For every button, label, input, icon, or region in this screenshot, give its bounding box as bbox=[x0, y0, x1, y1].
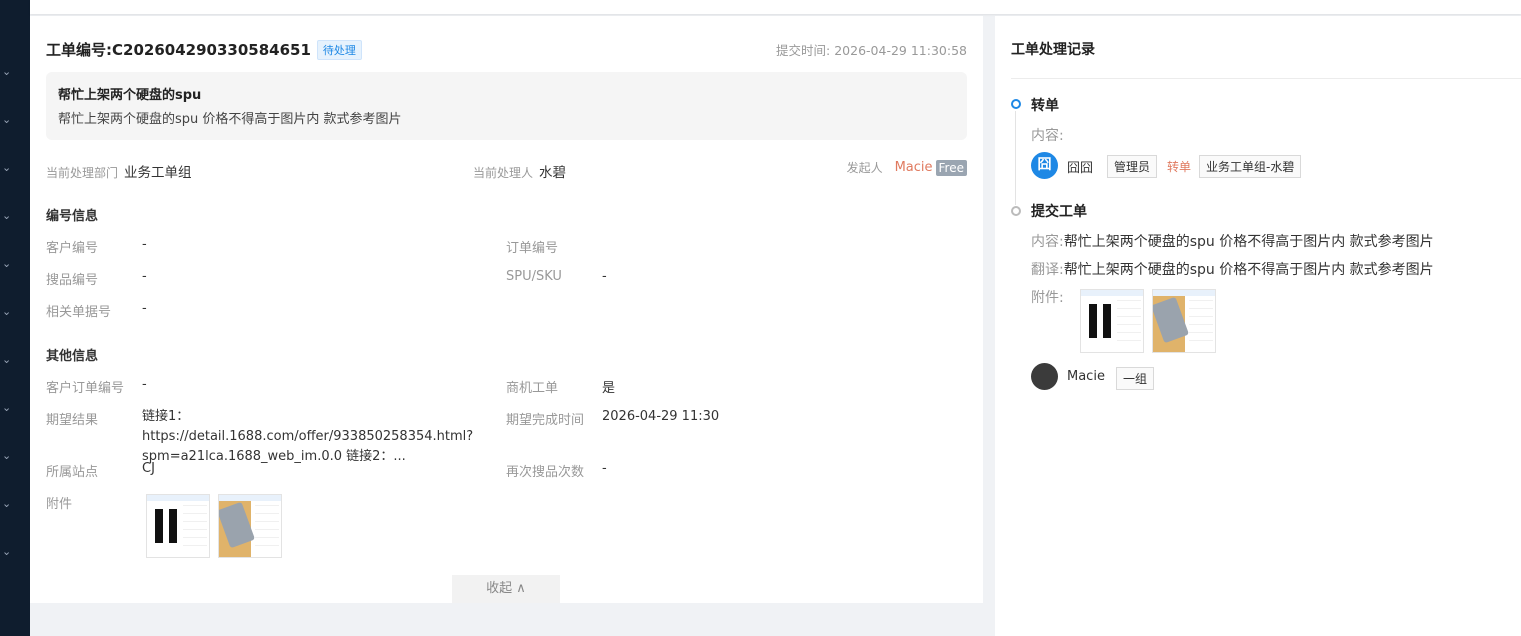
event-transfer-title: 转单 bbox=[1031, 98, 1059, 114]
avatar bbox=[1031, 363, 1058, 390]
current-handler: 当前处理人 水碧 bbox=[473, 161, 566, 181]
attachment-thumbnail[interactable] bbox=[146, 494, 210, 558]
section-number-info: 编号信息 bbox=[46, 209, 99, 224]
event-submit-attach-label: 附件: bbox=[1031, 290, 1064, 306]
related-value: - bbox=[142, 301, 147, 316]
top-bar bbox=[30, 0, 1521, 14]
free-badge: Free bbox=[935, 159, 967, 176]
records-title: 工单处理记录 bbox=[1011, 42, 1095, 58]
sidebar: ⌄ ⌄ ⌄ ⌄ ⌄ ⌄ ⌄ ⌄ ⌄ ⌄ ⌄ bbox=[0, 0, 30, 636]
content-value: 帮忙上架两个硬盘的spu 价格不得高于图片内 款式参考图片 bbox=[1063, 234, 1434, 250]
related-label: 相关单据号 bbox=[46, 305, 112, 320]
summary-box: 帮忙上架两个硬盘的spu 帮忙上架两个硬盘的spu 价格不得高于图片内 款式参考… bbox=[46, 72, 967, 140]
event-submit-content: 内容:帮忙上架两个硬盘的spu 价格不得高于图片内 款式参考图片 bbox=[1031, 231, 1434, 251]
content-label: 内容: bbox=[1031, 234, 1064, 250]
cust-order-value: - bbox=[142, 377, 147, 392]
summary-content: 帮忙上架两个硬盘的spu 价格不得高于图片内 款式参考图片 bbox=[58, 112, 402, 127]
event-transfer-content-label: 内容: bbox=[1031, 128, 1064, 144]
timeline-line bbox=[1015, 111, 1016, 205]
expect-time-value: 2026-04-29 11:30 bbox=[602, 409, 720, 424]
status-badge: 待处理 bbox=[316, 39, 362, 60]
cust-order-label: 客户订单编号 bbox=[46, 381, 125, 396]
timeline-dot bbox=[1011, 206, 1021, 216]
translate-value: 帮忙上架两个硬盘的spu 价格不得高于图片内 款式参考图片 bbox=[1063, 262, 1434, 278]
initiator-name[interactable]: Macie bbox=[895, 160, 933, 175]
attachment-thumbnail[interactable] bbox=[1080, 289, 1144, 353]
chevron-down-icon[interactable]: ⌄ bbox=[2, 210, 14, 222]
research-label: 再次搜品次数 bbox=[506, 465, 585, 480]
customer-no-label: 客户编号 bbox=[46, 241, 99, 256]
event-submit-title: 提交工单 bbox=[1031, 204, 1087, 220]
section-other-info: 其他信息 bbox=[46, 349, 99, 364]
ticket-id-heading: 工单编号: C202604290330584651 待处理 bbox=[46, 39, 362, 60]
transfer-action: 转单 bbox=[1167, 160, 1192, 174]
role-tag: 管理员 bbox=[1107, 155, 1158, 178]
expect-value[interactable]: 链接1：https://detail.1688.com/offer/933850… bbox=[142, 407, 507, 467]
ticket-detail-card: 工单编号: C202604290330584651 待处理 提交时间: 2026… bbox=[30, 16, 983, 603]
biz-label: 商机工单 bbox=[506, 381, 559, 396]
biz-value: 是 bbox=[602, 381, 616, 396]
divider bbox=[1011, 78, 1521, 79]
current-dept-value: 业务工单组 bbox=[124, 165, 192, 181]
site-value: CJ bbox=[142, 461, 155, 476]
transfer-target-tag: 业务工单组-水碧 bbox=[1199, 155, 1302, 178]
search-no-label: 搜品编号 bbox=[46, 273, 99, 288]
current-dept: 当前处理部门 业务工单组 bbox=[46, 161, 192, 181]
chevron-down-icon[interactable]: ⌄ bbox=[2, 498, 14, 510]
expect-label: 期望结果 bbox=[46, 413, 99, 428]
chevron-down-icon[interactable]: ⌄ bbox=[2, 258, 14, 270]
expect-time-label: 期望完成时间 bbox=[506, 413, 585, 428]
chevron-down-icon[interactable]: ⌄ bbox=[2, 450, 14, 462]
submit-time: 提交时间: 2026-04-29 11:30:58 bbox=[776, 43, 967, 58]
transfer-user-name: 囧囧 bbox=[1067, 161, 1094, 176]
initiator-label: 发起人 bbox=[846, 161, 883, 175]
search-no-value: - bbox=[142, 269, 147, 284]
customer-no-value: - bbox=[142, 237, 147, 252]
spu-value: - bbox=[602, 269, 607, 284]
group-tag: 一组 bbox=[1116, 367, 1155, 390]
submit-user-name: Macie bbox=[1067, 369, 1105, 384]
initiator: 发起人 Macie Free bbox=[847, 159, 967, 176]
translate-label: 翻译: bbox=[1031, 262, 1064, 278]
spu-label: SPU/SKU bbox=[506, 269, 562, 284]
research-value: - bbox=[602, 461, 607, 476]
ticket-id-label: 工单编号: bbox=[46, 41, 112, 59]
current-handler-label: 当前处理人 bbox=[473, 166, 534, 180]
order-no-label: 订单编号 bbox=[506, 241, 559, 256]
chevron-down-icon[interactable]: ⌄ bbox=[2, 354, 14, 366]
summary-title: 帮忙上架两个硬盘的spu bbox=[58, 88, 202, 103]
attachment-thumbnail[interactable] bbox=[1152, 289, 1216, 353]
chevron-down-icon[interactable]: ⌄ bbox=[2, 546, 14, 558]
current-dept-label: 当前处理部门 bbox=[46, 166, 119, 180]
attachment-thumbnail[interactable] bbox=[218, 494, 282, 558]
avatar: 囧 bbox=[1031, 152, 1058, 179]
current-handler-value: 水碧 bbox=[539, 165, 567, 181]
chevron-down-icon[interactable]: ⌄ bbox=[2, 402, 14, 414]
ticket-id: C202604290330584651 bbox=[112, 40, 311, 59]
chevron-down-icon[interactable]: ⌄ bbox=[2, 162, 14, 174]
site-label: 所属站点 bbox=[46, 465, 99, 480]
chevron-down-icon[interactable]: ⌄ bbox=[2, 306, 14, 318]
chevron-down-icon[interactable]: ⌄ bbox=[2, 114, 14, 126]
attach-label: 附件 bbox=[46, 497, 73, 512]
chevron-down-icon[interactable]: ⌄ bbox=[2, 66, 14, 78]
collapse-button[interactable]: 收起 ∧ bbox=[452, 575, 560, 603]
records-panel: 工单处理记录 转单 内容: 囧 囧囧 管理员 转单 业务工单组-水碧 提交工单 … bbox=[995, 16, 1521, 636]
timeline-dot-active bbox=[1011, 99, 1021, 109]
event-submit-translate: 翻译:帮忙上架两个硬盘的spu 价格不得高于图片内 款式参考图片 bbox=[1031, 259, 1434, 279]
